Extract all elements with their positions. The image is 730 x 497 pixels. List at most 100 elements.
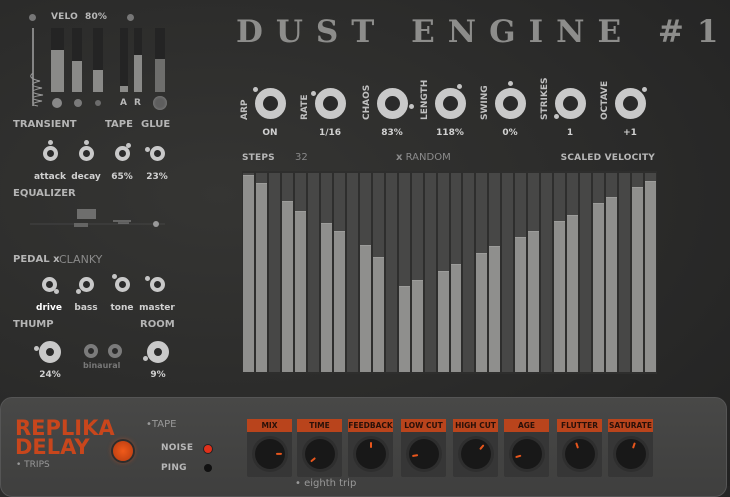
trips-option[interactable]: • TRIPS — [16, 460, 50, 470]
knob-attack[interactable] — [42, 145, 58, 161]
step-velocity-bar[interactable] — [398, 286, 410, 372]
glue-bar[interactable] — [155, 58, 165, 92]
velo-dot-1[interactable] — [52, 98, 62, 108]
room-knob[interactable] — [147, 341, 169, 363]
knob-23pct[interactable] — [149, 145, 165, 161]
pedal-type-selector[interactable]: CLANKY — [59, 253, 102, 266]
knob-body[interactable] — [409, 439, 439, 469]
attack-bar[interactable] — [120, 85, 128, 92]
binaural-knob-right[interactable] — [108, 344, 122, 358]
step-velocity-bar[interactable] — [281, 200, 293, 372]
velo-bar[interactable] — [51, 49, 64, 92]
ar-bar-track[interactable] — [120, 28, 128, 92]
step-velocity-bar[interactable] — [554, 220, 566, 372]
arp-knob-strikes[interactable] — [554, 87, 586, 119]
arp-knob-length[interactable] — [434, 87, 466, 119]
step-column[interactable] — [606, 173, 618, 372]
step-velocity-bar[interactable] — [567, 214, 579, 372]
delay-knob-saturate[interactable]: SATURATE — [608, 419, 653, 477]
step-column[interactable] — [528, 173, 540, 372]
knob-body[interactable] — [616, 439, 646, 469]
tape-option[interactable]: •TAPE — [146, 419, 176, 430]
delay-knob-mix[interactable]: MIX — [247, 419, 292, 477]
step-column[interactable] — [268, 173, 280, 372]
knob-65pct[interactable] — [114, 145, 130, 161]
step-velocity-bar[interactable] — [593, 202, 605, 372]
step-column[interactable] — [281, 173, 293, 372]
ping-toggle-led[interactable] — [204, 464, 212, 472]
scaled-velocity-label[interactable]: SCALED VELOCITY — [561, 153, 655, 163]
step-column[interactable] — [515, 173, 527, 372]
random-button[interactable]: x RANDOM — [396, 152, 451, 163]
step-column[interactable] — [489, 173, 501, 372]
velo-dot-2[interactable] — [74, 99, 82, 107]
step-sequencer-grid[interactable] — [242, 171, 657, 374]
velo-value[interactable]: 80% — [85, 12, 107, 22]
delay-knob-high-cut[interactable]: HIGH CUT — [453, 419, 498, 477]
arp-knob-octave[interactable] — [614, 87, 646, 119]
step-column[interactable] — [411, 173, 423, 372]
step-column[interactable] — [645, 173, 656, 372]
velo-bar[interactable] — [93, 70, 103, 92]
power-led[interactable] — [113, 441, 133, 461]
step-column[interactable] — [567, 173, 579, 372]
knob-body[interactable] — [356, 439, 386, 469]
equalizer-bands-icon[interactable] — [30, 208, 180, 228]
knob-body[interactable] — [565, 439, 595, 469]
step-velocity-bar[interactable] — [320, 222, 332, 372]
step-column[interactable] — [398, 173, 410, 372]
velo-dot-left[interactable] — [29, 14, 36, 21]
step-velocity-bar[interactable] — [645, 180, 656, 372]
arp-knob-chaos[interactable] — [376, 87, 408, 119]
step-column[interactable] — [243, 173, 254, 372]
delay-knob-time[interactable]: TIME — [297, 419, 342, 477]
glue-dot[interactable] — [153, 96, 167, 110]
step-column[interactable] — [463, 173, 475, 372]
eighth-trip-option[interactable]: • eighth trip — [295, 478, 356, 489]
step-column[interactable] — [385, 173, 397, 372]
step-column[interactable] — [632, 173, 644, 372]
step-velocity-bar[interactable] — [606, 196, 618, 372]
step-velocity-bar[interactable] — [437, 270, 449, 372]
step-column[interactable] — [619, 173, 631, 372]
step-column[interactable] — [346, 173, 358, 372]
step-column[interactable] — [424, 173, 436, 372]
arp-knob-swing[interactable] — [494, 87, 526, 119]
step-velocity-bar[interactable] — [411, 280, 423, 372]
release-bar[interactable] — [134, 54, 142, 92]
velo-dot-3[interactable] — [95, 100, 101, 106]
step-velocity-bar[interactable] — [359, 244, 371, 372]
velo-bar[interactable] — [72, 61, 82, 92]
delay-knob-low-cut[interactable]: LOW CUT — [401, 419, 446, 477]
knob-master[interactable] — [149, 276, 165, 292]
delay-knob-feedback[interactable]: FEEDBACK — [348, 419, 393, 477]
step-column[interactable] — [359, 173, 371, 372]
step-column[interactable] — [307, 173, 319, 372]
step-column[interactable] — [450, 173, 462, 372]
step-column[interactable] — [580, 173, 592, 372]
step-velocity-bar[interactable] — [333, 230, 345, 372]
step-column[interactable] — [320, 173, 332, 372]
knob-bass[interactable] — [78, 276, 94, 292]
step-velocity-bar[interactable] — [243, 175, 254, 372]
binaural-knob-left[interactable] — [84, 344, 98, 358]
step-velocity-bar[interactable] — [372, 256, 384, 372]
delay-knob-age[interactable]: AGE — [504, 419, 549, 477]
step-column[interactable] — [541, 173, 553, 372]
step-velocity-bar[interactable] — [515, 236, 527, 372]
step-velocity-bar[interactable] — [489, 245, 501, 372]
step-column[interactable] — [554, 173, 566, 372]
step-column[interactable] — [502, 173, 514, 372]
knob-decay[interactable] — [78, 145, 94, 161]
step-column[interactable] — [372, 173, 384, 372]
velo-dot-right[interactable] — [127, 14, 134, 21]
step-velocity-bar[interactable] — [632, 186, 644, 372]
step-column[interactable] — [255, 173, 267, 372]
knob-body[interactable] — [512, 439, 542, 469]
step-velocity-bar[interactable] — [294, 210, 306, 372]
step-column[interactable] — [437, 173, 449, 372]
step-velocity-bar[interactable] — [450, 263, 462, 372]
knob-tone[interactable] — [114, 276, 130, 292]
step-column[interactable] — [333, 173, 345, 372]
delay-knob-flutter[interactable]: FLUTTER — [557, 419, 602, 477]
